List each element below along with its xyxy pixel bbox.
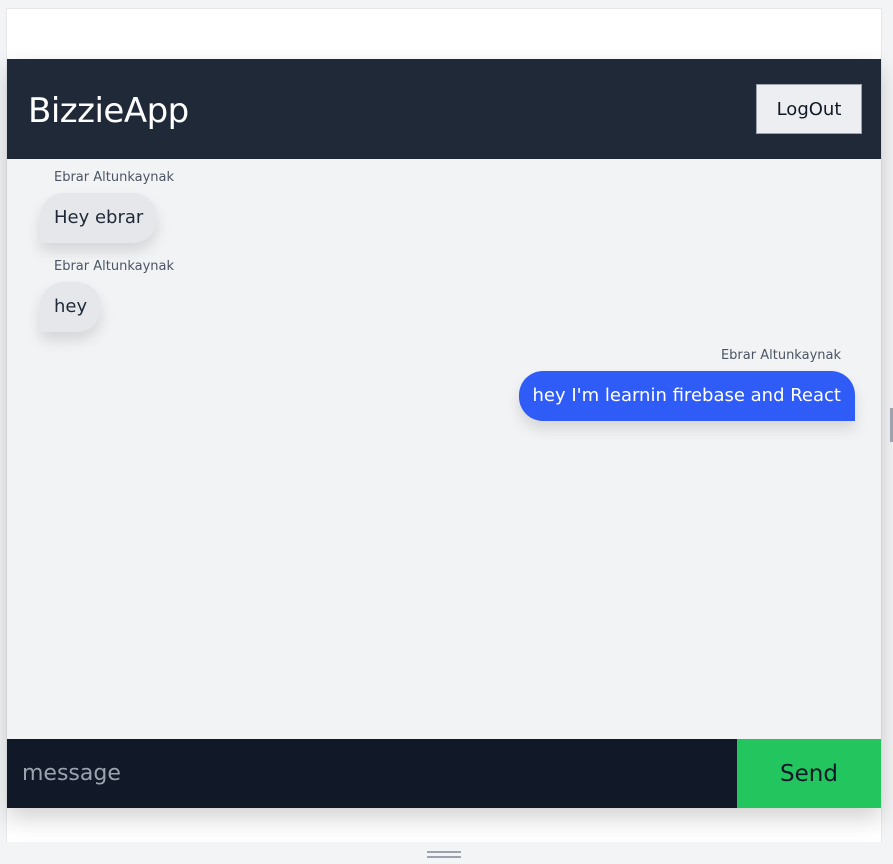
chat-app: BizzieApp LogOut Ebrar Altunkaynak Hey e… [7, 59, 881, 808]
app-title: BizzieApp [28, 91, 189, 131]
message-composer: Send [7, 739, 881, 808]
logout-button[interactable]: LogOut [756, 84, 862, 134]
message-bubble-sent: hey I'm learnin firebase and React [518, 371, 855, 421]
app-header: BizzieApp LogOut [7, 59, 881, 159]
message-bubble-received: Hey ebrar [40, 193, 158, 243]
browser-viewport: BizzieApp LogOut Ebrar Altunkaynak Hey e… [0, 0, 893, 864]
message-sender: Ebrar Altunkaynak [54, 170, 175, 185]
message-item: Ebrar Altunkaynak hey I'm learnin fireba… [518, 347, 855, 421]
resize-handle-icon[interactable] [427, 851, 461, 859]
message-list: Ebrar Altunkaynak Hey ebrar Ebrar Altunk… [7, 159, 881, 739]
message-bubble-received: hey [40, 282, 102, 332]
message-sender: Ebrar Altunkaynak [720, 348, 841, 363]
message-input[interactable] [7, 739, 737, 808]
send-button[interactable]: Send [737, 739, 881, 808]
message-item: Ebrar Altunkaynak Hey ebrar [40, 169, 174, 243]
message-item: Ebrar Altunkaynak hey [40, 258, 174, 332]
message-sender: Ebrar Altunkaynak [54, 259, 175, 274]
